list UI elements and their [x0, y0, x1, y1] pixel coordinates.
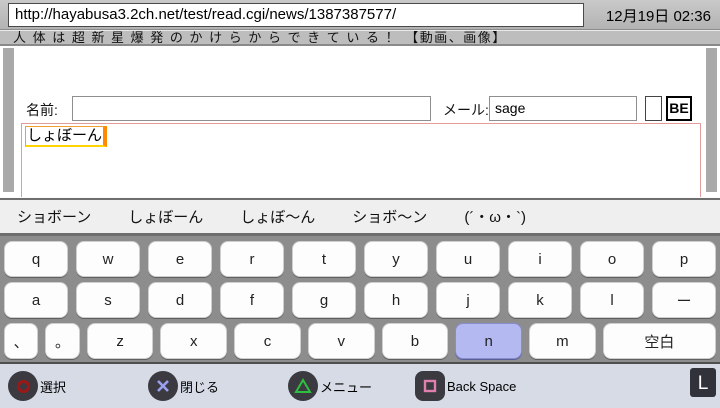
key-n[interactable]: n [455, 323, 522, 359]
key-、[interactable]: 、 [4, 323, 38, 359]
page-content: 名前: メール: sage BE しょぼーん [0, 46, 720, 197]
ime-composition-text: しょぼーん [25, 126, 107, 147]
square-button-icon [415, 371, 445, 401]
key-i[interactable]: i [508, 241, 572, 277]
key-space[interactable]: 空白 [603, 323, 716, 359]
left-scrollbar[interactable] [3, 48, 14, 192]
key-f[interactable]: f [220, 282, 284, 318]
keyboard-row-3: 、。zxcvbnm空白 [4, 323, 716, 359]
mail-field-label: メール: [443, 100, 489, 120]
be-login-button[interactable]: BE [666, 96, 692, 121]
key-t[interactable]: t [292, 241, 356, 277]
right-scrollbar[interactable] [706, 48, 717, 192]
key-e[interactable]: e [148, 241, 212, 277]
key-w[interactable]: w [76, 241, 140, 277]
keyboard-row-2: asdfghjklー [4, 282, 716, 318]
select-button-label: 選択 [40, 377, 66, 396]
menu-button-label: メニュー [320, 377, 372, 396]
ps-browser-screen: http://hayabusa3.2ch.net/test/read.cgi/n… [0, 0, 720, 408]
l-shoulder-button[interactable]: L [690, 368, 716, 397]
close-button-hint[interactable]: 閉じる [148, 370, 219, 402]
key-z[interactable]: z [87, 323, 154, 359]
ime-candidate-5[interactable]: (´・ω・`) [464, 206, 526, 227]
mail-input[interactable]: sage [489, 96, 637, 121]
menu-button-hint[interactable]: メニュー [288, 370, 372, 402]
select-button-hint[interactable]: 選択 [8, 370, 66, 402]
key-j[interactable]: j [436, 282, 500, 318]
thread-title-bar: 人 体 は 超 新 星 爆 発 の か け ら か ら で き て い る ！ … [0, 30, 720, 46]
key-u[interactable]: u [436, 241, 500, 277]
key-m[interactable]: m [529, 323, 596, 359]
backspace-button-hint[interactable]: Back Space [415, 370, 516, 402]
gamepad-hint-bar: 選択 閉じる メニュー [0, 364, 720, 408]
key-c[interactable]: c [234, 323, 301, 359]
key-h[interactable]: h [364, 282, 428, 318]
key-k[interactable]: k [508, 282, 572, 318]
triangle-button-icon [288, 371, 318, 401]
name-input[interactable] [72, 96, 431, 121]
circle-button-icon [8, 371, 38, 401]
close-button-label: 閉じる [180, 377, 219, 396]
key-l[interactable]: l [580, 282, 644, 318]
key-r[interactable]: r [220, 241, 284, 277]
ime-candidate-bar: ショボーン しょぼーん しょぼ〜ん ショボ〜ン (´・ω・`) [0, 200, 720, 233]
ime-candidate-2[interactable]: しょぼーん [128, 206, 203, 227]
ime-candidate-4[interactable]: ショボ〜ン [352, 206, 427, 227]
keyboard-row-1: qwertyuiop [4, 241, 716, 277]
ime-candidate-1[interactable]: ショボーン [17, 206, 91, 227]
name-field-label: 名前: [26, 100, 58, 120]
backspace-button-label: Back Space [447, 379, 516, 394]
ime-candidate-3[interactable]: しょぼ〜ん [240, 206, 315, 227]
key-ー[interactable]: ー [652, 282, 716, 318]
key-d[interactable]: d [148, 282, 212, 318]
key-v[interactable]: v [308, 323, 375, 359]
key-b[interactable]: b [382, 323, 449, 359]
key-g[interactable]: g [292, 282, 356, 318]
key-o[interactable]: o [580, 241, 644, 277]
key-x[interactable]: x [160, 323, 227, 359]
cross-button-icon [148, 371, 178, 401]
url-input[interactable]: http://hayabusa3.2ch.net/test/read.cgi/n… [8, 3, 584, 27]
key-p[interactable]: p [652, 241, 716, 277]
key-a[interactable]: a [4, 282, 68, 318]
key-q[interactable]: q [4, 241, 68, 277]
key-。[interactable]: 。 [45, 323, 79, 359]
browser-toolbar: http://hayabusa3.2ch.net/test/read.cgi/n… [0, 0, 720, 30]
onscreen-keyboard: qwertyuiop asdfghjklー 、。zxcvbnm空白 [0, 236, 720, 362]
clock-datetime: 12月19日 02:36 [606, 5, 711, 26]
key-s[interactable]: s [76, 282, 140, 318]
thread-title: 人 体 は 超 新 星 爆 発 の か け ら か ら で き て い る ！ … [13, 30, 507, 45]
key-y[interactable]: y [364, 241, 428, 277]
be-checkbox[interactable] [645, 96, 662, 121]
